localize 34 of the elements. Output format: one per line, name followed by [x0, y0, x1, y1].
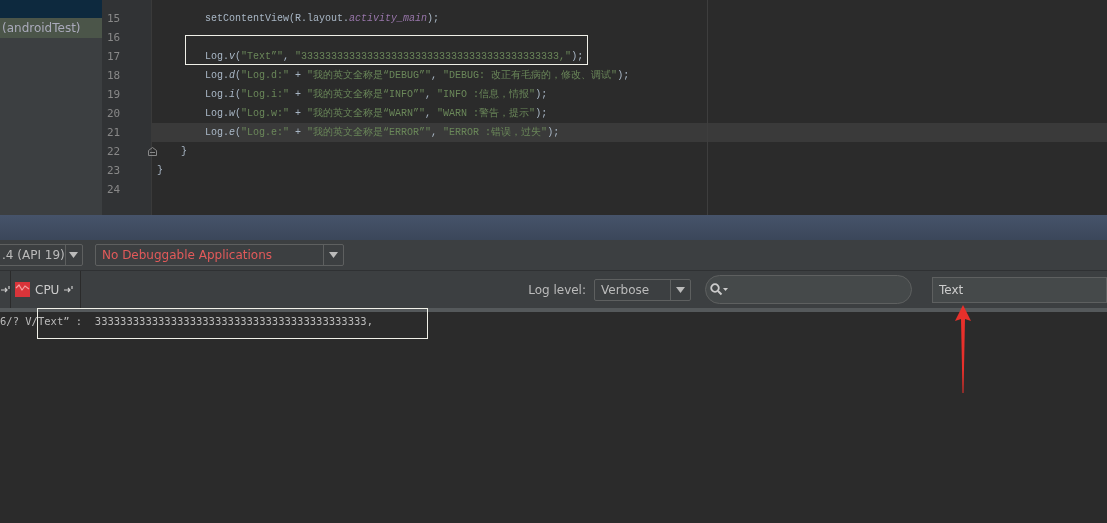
- code-line: Log.v("Text”", "3333333333333333333333333333333333333333333,");: [205, 50, 584, 63]
- search-icon: [710, 283, 728, 296]
- code-line: Log.d("Log.d:" + "我的英文全称是“DEBUG”", "DEBUG: 改正有毛病的，修改、调试");: [205, 69, 630, 82]
- code-line: Log.i("Log.i:" + "我的英文全称是“INFO”", "INFO :信息，情报");: [205, 88, 548, 101]
- dropdown-arrow-icon: [329, 252, 338, 258]
- code-line: }: [181, 145, 187, 158]
- code-line: setContentView(R.layout.activity_main);: [205, 12, 440, 25]
- line-number: 15: [107, 12, 121, 25]
- chart-icon: [15, 282, 30, 297]
- code-line: }: [157, 164, 163, 177]
- line-number: 23: [107, 164, 121, 177]
- line-number: 24: [107, 183, 121, 196]
- cpu-button[interactable]: CPU: [11, 271, 81, 308]
- code-line: Log.e("Log.e:" + "我的英文全称是“ERROR”", "ERROR :错误，过失");: [205, 126, 560, 139]
- arrow-icon: [64, 285, 74, 294]
- fold-marker-icon[interactable]: [148, 147, 157, 156]
- dropdown-arrow-icon: [69, 252, 79, 258]
- log-level-label: Log level:: [528, 282, 586, 297]
- application-dropdown[interactable]: No Debuggable Applications: [95, 244, 344, 266]
- line-number: 20: [107, 107, 121, 120]
- arrow-icon: [1, 285, 10, 294]
- line-number: 22: [107, 145, 121, 158]
- line-number: 16: [107, 31, 121, 44]
- line-number: 17: [107, 50, 121, 63]
- code-line: Log.w("Log.w:" + "我的英文全称是“WARN”", "WARN :警告，提示");: [205, 107, 548, 120]
- filter-field[interactable]: Text: [932, 276, 1107, 303]
- line-number: 21: [107, 126, 121, 139]
- dropdown-arrow-icon: [676, 286, 685, 293]
- device-dropdown[interactable]: .4 (API 19): [0, 244, 83, 266]
- project-tree-item[interactable]: (androidTest): [0, 18, 102, 38]
- line-number: 18: [107, 69, 121, 82]
- log-level-dropdown[interactable]: Verbose: [594, 278, 691, 301]
- search-field[interactable]: [705, 275, 912, 304]
- line-number: 19: [107, 88, 121, 101]
